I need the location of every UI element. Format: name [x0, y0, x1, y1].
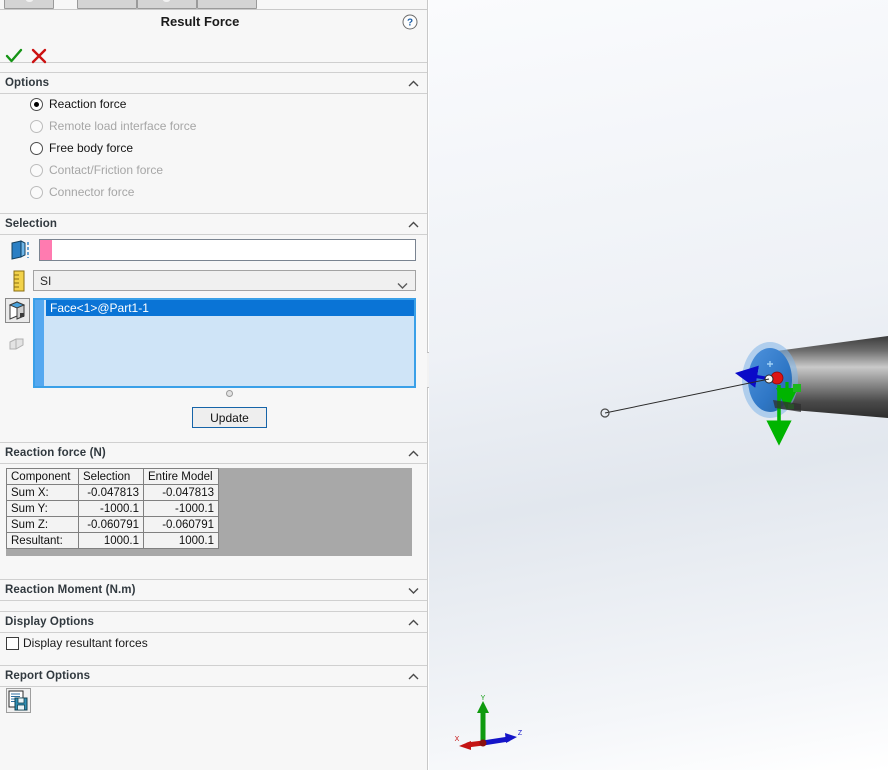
update-button[interactable]: Update — [192, 407, 267, 428]
chevron-up-icon[interactable] — [408, 450, 419, 457]
tab-chip-2[interactable] — [77, 0, 137, 9]
table-row: Sum Y: -1000.1 -1000.1 — [7, 501, 219, 517]
chevron-down-icon[interactable] — [408, 587, 419, 594]
cancel-button[interactable] — [29, 46, 49, 66]
table-header-row: Component Selection Entire Model — [7, 469, 219, 485]
table-row: Sum X: -0.047813 -0.047813 — [7, 485, 219, 501]
column-header-entire-model: Entire Model — [144, 469, 219, 485]
chevron-down-icon — [397, 278, 408, 285]
chevron-up-icon[interactable] — [408, 221, 419, 228]
list-resize-grip[interactable] — [226, 390, 233, 397]
cell-component: Sum Y: — [7, 501, 79, 517]
chevron-up-icon[interactable] — [408, 673, 419, 680]
cell-component: Resultant: — [7, 533, 79, 549]
model-graphics — [429, 0, 888, 770]
coordinate-triad: Y Z X — [451, 695, 526, 753]
section-header-reaction-moment[interactable]: Reaction Moment (N.m) — [0, 579, 428, 601]
section-title-display-options: Display Options — [5, 616, 94, 628]
list-item[interactable]: Face<1>@Part1-1 — [46, 300, 414, 316]
chevron-up-icon[interactable] — [408, 619, 419, 626]
column-header-component: Component — [7, 469, 79, 485]
radio-reaction-force-label: Reaction force — [49, 97, 126, 111]
tab-chip-4[interactable] — [197, 0, 257, 9]
section-header-reaction-force[interactable]: Reaction force (N) — [0, 442, 428, 464]
cell-entire-model: -1000.1 — [144, 501, 219, 517]
section-header-selection[interactable]: Selection — [0, 213, 428, 235]
cell-selection: -0.047813 — [79, 485, 144, 501]
save-report-icon[interactable] — [6, 688, 31, 713]
selected-entities-list[interactable]: Face<1>@Part1-1 — [33, 298, 416, 388]
display-resultant-forces-checkbox[interactable] — [6, 637, 19, 650]
reaction-force-table: Component Selection Entire Model Sum X: … — [6, 468, 219, 549]
radio-remote-load-interface-force-marker — [30, 120, 43, 133]
cell-entire-model: -0.060791 — [144, 517, 219, 533]
table-row: Resultant: 1000.1 1000.1 — [7, 533, 219, 549]
page-title: Result Force — [0, 14, 400, 29]
chevron-up-icon[interactable] — [408, 80, 419, 87]
svg-text:?: ? — [407, 18, 413, 29]
radio-remote-load-interface-force-label: Remote load interface force — [49, 119, 196, 133]
radio-free-body-force-marker — [30, 142, 43, 155]
property-manager-header: Result Force ? — [0, 10, 428, 63]
section-header-options[interactable]: Options — [0, 72, 428, 94]
cell-component: Sum X: — [7, 485, 79, 501]
help-question-icon[interactable]: ? — [402, 14, 418, 30]
selected-entities-list-inner: Face<1>@Part1-1 — [46, 300, 414, 386]
units-dropdown[interactable]: SI — [33, 270, 416, 291]
solid-body-icon[interactable] — [7, 333, 29, 358]
table-row: Sum Z: -0.060791 -0.060791 — [7, 517, 219, 533]
command-manager-tabstrip — [0, 0, 428, 10]
list-accent-bar — [35, 300, 44, 386]
section-title-reaction-force: Reaction force (N) — [5, 447, 106, 459]
cell-selection: -1000.1 — [79, 501, 144, 517]
section-title-report-options: Report Options — [5, 670, 90, 682]
cell-selection: -0.060791 — [79, 517, 144, 533]
radio-connector-force-label: Connector force — [49, 185, 134, 199]
face-select-icon[interactable] — [5, 298, 30, 323]
cell-entire-model: -0.047813 — [144, 485, 219, 501]
triad-label-y: Y — [481, 695, 486, 702]
display-resultant-forces-label: Display resultant forces — [23, 636, 148, 650]
face-selection-input[interactable] — [53, 240, 413, 260]
face-selection-box[interactable] — [39, 239, 416, 261]
section-title-options: Options — [5, 77, 49, 89]
section-title-reaction-moment: Reaction Moment (N.m) — [5, 584, 136, 596]
solidworks-result-force-window: Result Force ? Options — [0, 0, 888, 770]
column-header-selection: Selection — [79, 469, 144, 485]
triad-label-z: Z — [518, 730, 523, 737]
radio-free-body-force-label: Free body force — [49, 141, 133, 155]
accept-button[interactable] — [4, 46, 24, 66]
radio-reaction-force-marker — [30, 98, 43, 111]
cell-selection: 1000.1 — [79, 533, 144, 549]
cell-entire-model: 1000.1 — [144, 533, 219, 549]
radio-connector-force-marker — [30, 186, 43, 199]
ruler-icon — [11, 270, 27, 295]
face-plane-icon — [9, 239, 31, 264]
cell-component: Sum Z: — [7, 517, 79, 533]
radio-contact-friction-force-marker — [30, 164, 43, 177]
section-header-display-options[interactable]: Display Options — [0, 611, 428, 633]
radio-contact-friction-force-label: Contact/Friction force — [49, 163, 163, 177]
graphics-viewport[interactable]: FX: -0.0478 N FY: -1e+03 N FZ: -0.0608 N… — [429, 0, 888, 770]
selection-color-swatch — [40, 240, 52, 260]
property-manager-panel: Result Force ? Options — [0, 0, 428, 770]
triad-label-x: X — [455, 736, 460, 743]
reaction-force-table-container: Component Selection Entire Model Sum X: … — [6, 468, 412, 556]
section-header-report-options[interactable]: Report Options — [0, 665, 428, 687]
units-value: SI — [40, 274, 51, 288]
section-title-selection: Selection — [5, 218, 57, 230]
